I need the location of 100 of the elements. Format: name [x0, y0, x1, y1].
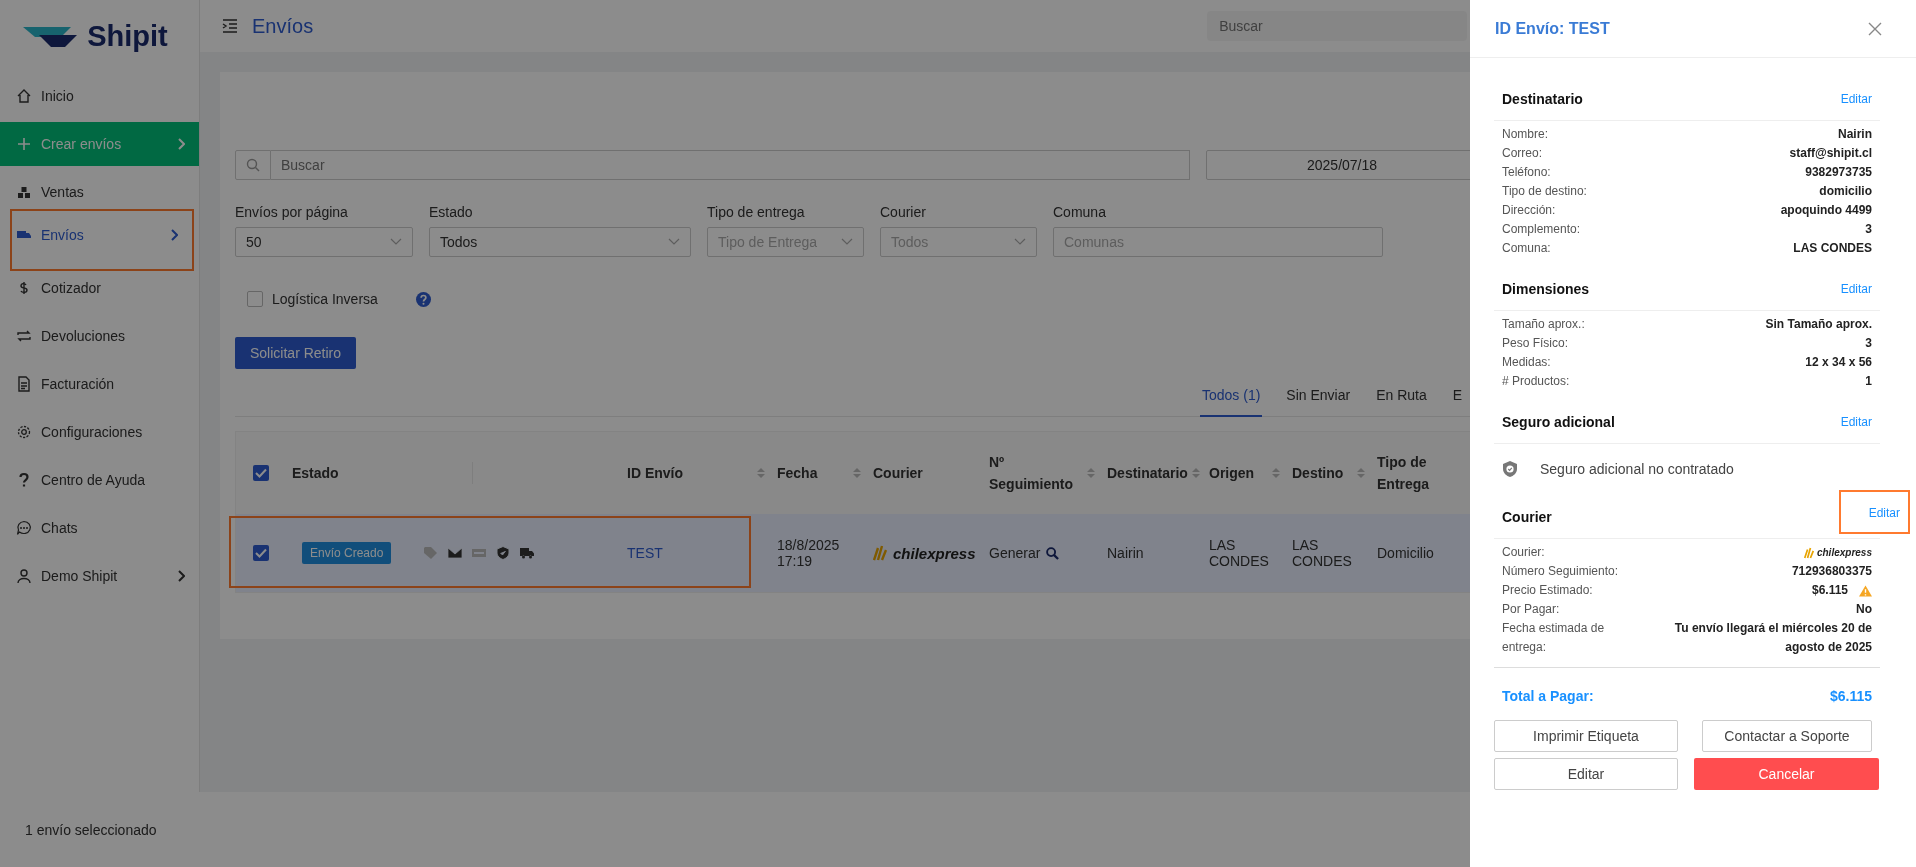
courier-logo-text: chilexpress	[893, 544, 976, 562]
shield-icon	[1502, 460, 1518, 478]
field-label: Tipo de entrega	[707, 204, 806, 220]
column-header[interactable]: Estado	[292, 462, 466, 485]
checkbox-label: Logística Inversa	[272, 291, 378, 307]
field-label: Comuna:	[1502, 240, 1551, 257]
column-header[interactable]: Nº Seguimiento	[989, 450, 1095, 496]
field-label: Teléfono:	[1502, 164, 1551, 181]
checkbox[interactable]	[247, 291, 263, 307]
action-button[interactable]: Contactar a Soporte	[1702, 720, 1872, 752]
menu-icon[interactable]	[222, 19, 238, 33]
field-label: Comuna	[1053, 204, 1107, 220]
field-label: Medidas:	[1502, 354, 1551, 371]
field-label: Tamaño aprox.:	[1502, 316, 1585, 333]
courier-logo-icon	[1803, 546, 1814, 559]
request-pickup-button[interactable]: Solicitar Retiro	[235, 337, 357, 369]
tab[interactable]: E	[1450, 377, 1465, 416]
checkbox[interactable]	[253, 465, 269, 482]
field-value: domicilio	[1819, 183, 1872, 200]
field-value: No	[1856, 601, 1872, 618]
column-header[interactable]: ID Envío	[627, 462, 765, 485]
section-title: Courier	[1501, 509, 1552, 525]
sidebar-item[interactable]: Devoluciones	[0, 312, 199, 360]
field-label: # Productos:	[1502, 373, 1570, 390]
field-value: apoquindo 4499	[1780, 202, 1872, 219]
menu-item-icon	[16, 88, 32, 104]
field-label: Estado	[429, 204, 474, 220]
sidebar-item[interactable]: Inicio	[0, 72, 199, 120]
edit-link[interactable]: Editar	[1840, 282, 1880, 296]
edit-link[interactable]: Editar	[1840, 415, 1880, 429]
chevron-icon	[177, 138, 185, 150]
field-value: staff@shipit.cl	[1789, 145, 1872, 162]
tab[interactable]: En Ruta	[1374, 377, 1429, 416]
section-title: Dimensiones	[1501, 281, 1590, 297]
menu-item-icon	[16, 136, 32, 152]
close-icon[interactable]	[1868, 21, 1882, 36]
tab[interactable]: Sin Enviar	[1284, 377, 1353, 416]
field-value: 712936803375	[1791, 563, 1872, 580]
column-header[interactable]: Courier	[873, 462, 977, 485]
column-header[interactable]: Destino	[1292, 462, 1365, 485]
field-label: Courier	[880, 204, 927, 220]
checkbox[interactable]	[253, 545, 269, 561]
chevron-icon	[841, 238, 853, 246]
sort-icon	[1357, 467, 1365, 480]
edit-link[interactable]: Editar	[1838, 490, 1910, 534]
search-icon[interactable]	[1046, 546, 1060, 560]
table-cell: Domicilio	[1377, 545, 1434, 561]
status-tag: Envío Creado	[302, 542, 392, 564]
column-header[interactable]: Origen	[1209, 462, 1280, 485]
column-header[interactable]: Tipo de Entrega	[1377, 450, 1460, 496]
drawer-title: ID Envío: TEST	[1495, 19, 1610, 38]
field-label: Número Seguimiento:	[1502, 563, 1619, 580]
menu-item-icon	[16, 520, 32, 536]
sort-icon	[1087, 467, 1095, 480]
field-value: 3	[1865, 335, 1872, 352]
field-label: Courier:	[1502, 544, 1545, 561]
generate-link[interactable]: Generar	[989, 545, 1041, 561]
column-header[interactable]: Fecha	[777, 462, 861, 485]
sort-icon	[757, 467, 765, 480]
section-title: Seguro adicional	[1501, 414, 1615, 430]
search-field[interactable]: Buscar	[271, 150, 1190, 180]
help-icon[interactable]	[415, 291, 431, 307]
field-value: LAS CONDES	[1793, 240, 1872, 257]
search-field[interactable]: Buscar	[1207, 11, 1468, 41]
cancel-button[interactable]: Cancelar	[1694, 758, 1879, 790]
field-label: Precio Estimado:	[1502, 582, 1593, 599]
sidebar-item[interactable]: Chats	[0, 504, 199, 552]
field-label: Nombre:	[1502, 126, 1548, 143]
edit-link[interactable]: Editar	[1840, 92, 1880, 106]
action-button[interactable]: Imprimir Etiqueta	[1494, 720, 1678, 752]
action-button[interactable]: Editar	[1494, 758, 1678, 790]
field-value: $6.115	[1811, 582, 1848, 599]
sidebar-item[interactable]: Envíos	[10, 209, 194, 271]
sidebar-item[interactable]: Centro de Ayuda	[0, 456, 199, 504]
dropdown[interactable]: Todos	[429, 227, 691, 257]
field-label: Complemento:	[1502, 221, 1581, 238]
section-title: Destinatario	[1501, 91, 1583, 107]
menu-item-icon	[16, 568, 32, 584]
field-value: 12 x 34 x 56	[1805, 354, 1872, 371]
field-label: Peso Físico:	[1502, 335, 1569, 352]
menu-item-icon	[16, 328, 32, 344]
field-label: Envíos por página	[235, 204, 349, 220]
field-label: Tipo de destino:	[1502, 183, 1587, 200]
chevron-icon	[1014, 238, 1026, 246]
chevron-icon	[170, 229, 178, 241]
sort-icon	[1272, 467, 1280, 480]
total-value: $6.115	[1829, 688, 1872, 704]
tab[interactable]: Todos (1)	[1200, 377, 1263, 417]
page-title: Envíos	[252, 14, 314, 38]
chevron-icon	[177, 570, 185, 582]
shipment-id-link[interactable]: TEST	[627, 545, 663, 561]
search-button[interactable]	[235, 150, 271, 180]
dropdown[interactable]: 50	[235, 227, 413, 257]
sidebar-item[interactable]: Demo Shipit	[0, 552, 199, 600]
column-header[interactable]: Destinatario	[1107, 462, 1197, 485]
sidebar-item[interactable]: Configuraciones	[0, 408, 199, 456]
field-value: 1	[1865, 373, 1872, 390]
insurance-note: Seguro adicional no contratado	[1540, 461, 1734, 477]
table-cell: Nairin	[1107, 545, 1144, 561]
sidebar-item[interactable]: Facturación	[0, 360, 199, 408]
